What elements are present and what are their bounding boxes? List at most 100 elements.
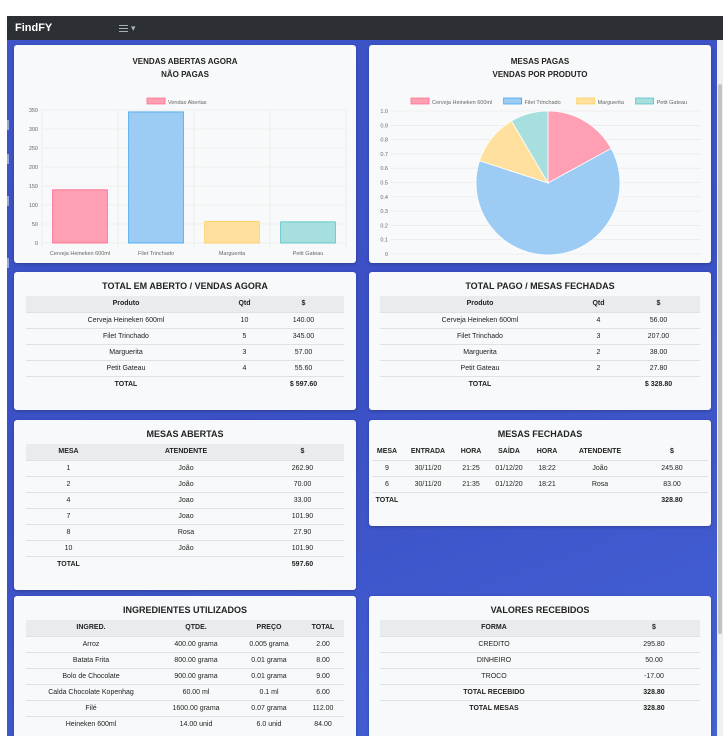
legend-label: Marguerita — [598, 100, 625, 106]
bar — [280, 221, 336, 244]
paid-total-table: Produto Qtd $ Cerveja Heineken 600ml 4 56.… — [380, 296, 700, 392]
cell: Petit Gateau — [26, 359, 226, 376]
cell: Marguerita — [380, 343, 580, 360]
table-row: Arroz 400.00 grama 0.005 grama 2.00 — [26, 635, 344, 652]
closed-tables-table: MESA ENTRADA HORA SAÍDA HORA ATENDENTE $… — [372, 444, 708, 508]
cell: 18:22 — [530, 459, 564, 476]
cell: 6.0 unid — [236, 715, 302, 732]
cell: 56.00 — [617, 311, 700, 328]
cell: 01/12/20 — [488, 459, 530, 476]
cell: 0.01 grama — [236, 651, 302, 668]
chevron-down-icon: ▾ — [131, 22, 136, 33]
cell — [580, 375, 617, 392]
cell: 55.60 — [263, 359, 344, 376]
legend-swatch — [410, 97, 430, 105]
y-tick-label: 0 — [385, 252, 388, 258]
x-tick-label: Filet Trinchado — [138, 251, 174, 257]
total-label: TOTAL MESAS — [380, 699, 608, 716]
table-row: Filet Trinchado 5 345.00 — [26, 327, 344, 344]
table-row: Petit Gateau 4 55.60 — [26, 359, 344, 376]
table-row: Heineken 600ml 14.00 unid 6.0 unid 84.00 — [26, 715, 344, 732]
card-title: VENDAS ABERTAS AGORA — [132, 57, 238, 66]
cell: 30/11/20 — [402, 475, 454, 492]
table-row: TROCO -17.00 — [380, 667, 700, 684]
card-title: MESAS FECHADAS — [497, 429, 583, 439]
cell: 1600.00 grama — [156, 699, 236, 716]
total-label: TOTAL — [26, 375, 226, 392]
table-row: Cerveja Heineken 600ml 10 140.00 — [26, 311, 344, 328]
cell: Rosa — [111, 523, 261, 540]
total-value: 328.80 — [608, 683, 700, 700]
bar — [128, 111, 184, 244]
cell: 400.00 grama — [156, 635, 236, 652]
cell: Calda Chocolate Kopenhag — [26, 683, 156, 700]
cell: 262.90 — [261, 459, 344, 476]
card-title: MESAS ABERTAS — [146, 429, 224, 439]
table-row: 9 30/11/20 21:25 01/12/20 18:22 João 245.80 — [372, 459, 708, 476]
cell: DINHEIRO — [380, 651, 608, 668]
total-value: 328.80 — [636, 491, 708, 508]
table-row: CREDITO 295.80 — [380, 635, 700, 652]
table-row: 4 Joao 33.00 — [26, 491, 344, 508]
app-window: FindFY ▾ VENDAS ABERTAS AGORA NÃO PAGAS … — [7, 16, 723, 736]
cell: Petit Gateau — [380, 359, 580, 376]
cell: 0.07 grama — [236, 699, 302, 716]
cell: 9.00 — [302, 667, 344, 684]
col-header: $ — [670, 448, 674, 456]
col-header: Qtd — [580, 296, 617, 312]
brand-logo[interactable]: FindFY — [15, 22, 119, 34]
pie-chart: Cerveja Heineken 600ml Filet Trinchado Mar… — [380, 97, 701, 258]
cell: -17.00 — [608, 667, 700, 684]
cell: 8.00 — [302, 651, 344, 668]
y-tick-label: 100 — [29, 203, 38, 209]
cell: 207.00 — [617, 327, 700, 344]
table-row: 6 30/11/20 21:35 01/12/20 18:21 Rosa 83.00 — [372, 475, 708, 492]
cell: 4 — [226, 359, 263, 376]
col-header: MESA — [376, 448, 398, 456]
y-tick-label: 0.6 — [380, 166, 388, 172]
legend-label: Vendas Abertas — [168, 100, 207, 106]
total-row: TOTAL RECEBIDO 328.80 — [380, 683, 700, 700]
table-row: Marguerita 2 38.00 — [380, 343, 700, 360]
x-tick-label: Cerveja Heineken 600ml — [50, 251, 110, 257]
cell: 0.005 grama — [236, 635, 302, 652]
menu-toggle-button[interactable]: ▾ — [119, 23, 136, 34]
table-row: Batata Frita 800.00 grama 0.01 grama 8.00 — [26, 651, 344, 668]
y-tick-label: 50 — [32, 222, 38, 228]
col-header: $ — [608, 620, 700, 636]
cell: 295.80 — [608, 635, 700, 652]
y-tick-label: 0.3 — [380, 209, 388, 215]
card-title: TOTAL EM ABERTO / VENDAS AGORA — [102, 281, 268, 291]
open-sales-chart-card: VENDAS ABERTAS AGORA NÃO PAGAS Vendas Ab… — [14, 45, 356, 263]
cell: TROCO — [380, 667, 608, 684]
legend-label: Cerveja Heineken 600ml — [432, 100, 492, 106]
cell: 4 — [580, 311, 617, 328]
cell: 6.00 — [302, 683, 344, 700]
col-header: ATENDENTE — [578, 448, 622, 456]
cell — [530, 491, 564, 508]
table-row: Petit Gateau 2 27.80 — [380, 359, 700, 376]
total-row: TOTAL 328.80 — [372, 491, 708, 508]
col-header: FORMA — [380, 620, 608, 636]
cell: 345.00 — [263, 327, 344, 344]
cell: João — [111, 539, 261, 556]
cell: 33.00 — [261, 491, 344, 508]
sidebar-edge — [7, 120, 9, 130]
cell: Filé — [26, 699, 156, 716]
cell: 4 — [26, 491, 111, 508]
cell — [111, 555, 261, 572]
table-row: 10 João 101.90 — [26, 539, 344, 556]
cell: 101.90 — [261, 539, 344, 556]
cell: João — [111, 475, 261, 492]
cell: 6 — [372, 475, 402, 492]
cell: 3 — [226, 343, 263, 360]
cell: 245.80 — [636, 459, 708, 476]
cell — [226, 375, 263, 392]
cell: 21:35 — [454, 475, 488, 492]
scrollbar-thumb[interactable] — [718, 84, 722, 634]
cell: Joao — [111, 491, 261, 508]
vertical-scrollbar[interactable] — [717, 40, 723, 736]
cell: 27.80 — [617, 359, 700, 376]
cell: 1 — [26, 459, 111, 476]
card-title: MESAS PAGAS — [510, 57, 570, 66]
